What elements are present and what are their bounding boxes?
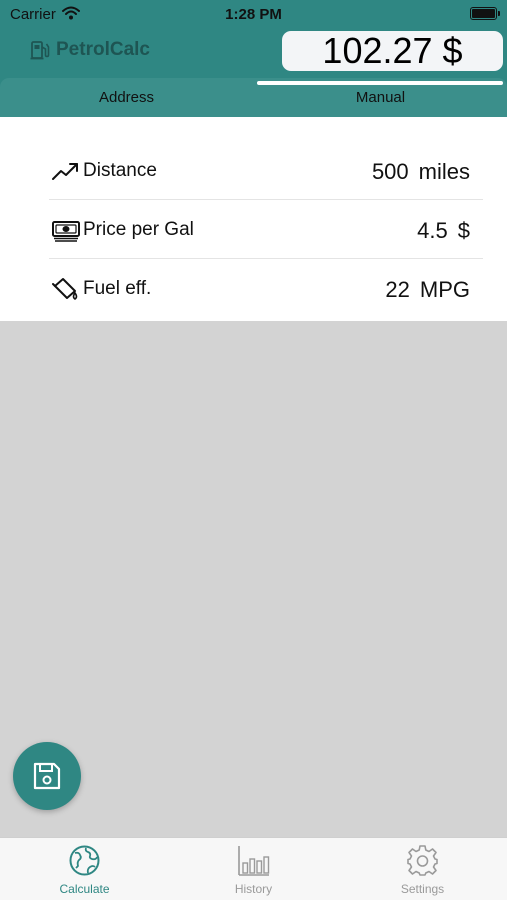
- price-label: Price per Gal: [83, 219, 194, 240]
- fuel-efficiency-unit: MPG: [419, 277, 470, 302]
- distance-row[interactable]: Distance 500 miles: [49, 142, 483, 200]
- save-icon: [33, 762, 61, 790]
- status-time: 1:28 PM: [225, 6, 282, 23]
- price-number: 4.5: [417, 218, 448, 243]
- fuel-can-icon: [52, 278, 78, 300]
- distance-label: Distance: [83, 160, 157, 181]
- tab-settings[interactable]: Settings: [338, 838, 507, 900]
- trending-up-icon: [52, 163, 78, 180]
- app-header: Carrier 1:28 PM PetrolCalc 102.27 $ Addr…: [0, 0, 507, 117]
- manual-input-form: Distance 500 miles Price per Gal 4.5 $ Fue…: [0, 117, 507, 321]
- price-row[interactable]: Price per Gal 4.5 $: [49, 201, 483, 259]
- fuel-efficiency-number: 22: [385, 277, 410, 302]
- tab-history-label: History: [234, 882, 273, 896]
- price-unit: $: [457, 218, 470, 243]
- distance-unit: miles: [418, 159, 470, 184]
- battery-icon: [470, 7, 500, 20]
- bar-chart-icon: [238, 846, 270, 876]
- distance-value[interactable]: 500 miles: [372, 159, 470, 185]
- gear-icon: [407, 845, 438, 876]
- selected-tab-indicator: [257, 81, 503, 85]
- fuel-efficiency-value[interactable]: 22 MPG: [385, 277, 470, 303]
- bottom-tab-bar: Calculate History Settings: [0, 837, 507, 900]
- distance-number: 500: [371, 159, 409, 184]
- app-title: PetrolCalc: [56, 39, 150, 60]
- total-cost-display: 102.27 $: [282, 31, 503, 71]
- fuel-efficiency-row[interactable]: Fuel eff. 22 MPG: [49, 260, 483, 318]
- money-icon: [52, 221, 80, 242]
- save-button[interactable]: [13, 742, 81, 810]
- globe-icon: [69, 845, 100, 876]
- fuel-efficiency-label: Fuel eff.: [83, 278, 152, 299]
- fuel-pump-icon: [30, 41, 50, 60]
- tab-history[interactable]: History: [169, 838, 338, 900]
- status-bar: Carrier 1:28 PM: [0, 0, 507, 28]
- tab-address[interactable]: Address: [0, 78, 253, 117]
- tab-calculate-label: Calculate: [59, 882, 110, 896]
- tab-settings-label: Settings: [400, 882, 445, 896]
- tab-calculate[interactable]: Calculate: [0, 838, 169, 900]
- price-value[interactable]: 4.5 $: [417, 218, 470, 244]
